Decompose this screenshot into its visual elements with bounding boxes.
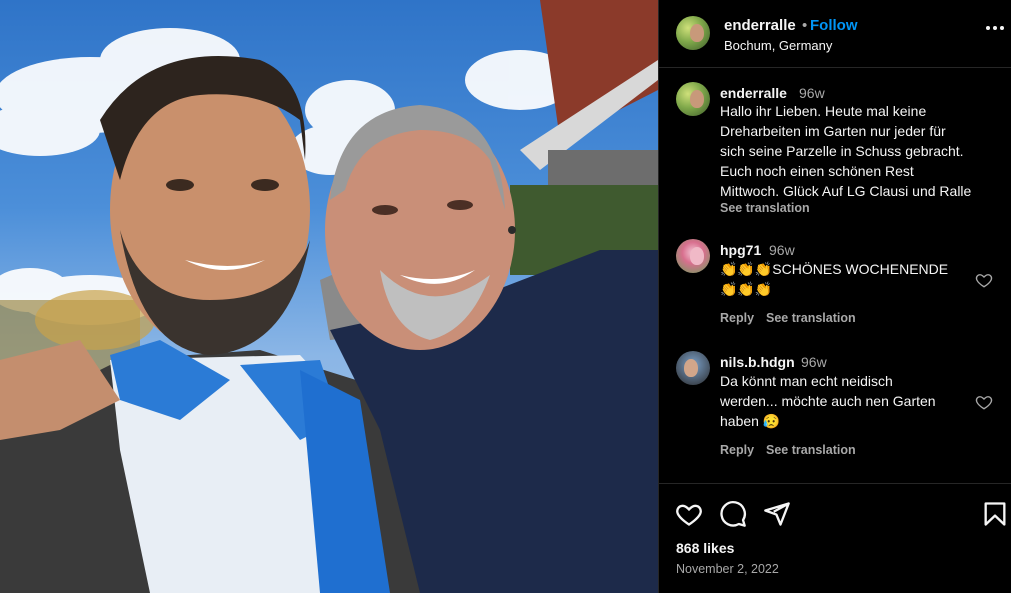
post-header: enderralle • Follow Bochum, Germany <box>659 0 1011 68</box>
share-icon[interactable] <box>763 500 791 528</box>
comments-list: enderralle 96w Hallo ihr Lieben. Heute m… <box>659 69 1011 483</box>
post-photo[interactable] <box>0 0 658 593</box>
comment-username[interactable]: hpg71 <box>720 242 761 258</box>
likes-count[interactable]: 868 likes <box>676 540 734 556</box>
comment-username[interactable]: nils.b.hdgn <box>720 354 795 370</box>
heart-icon[interactable] <box>975 393 993 411</box>
comment-avatar[interactable] <box>676 82 710 116</box>
see-translation-link[interactable]: See translation <box>766 443 856 457</box>
comment-text: 👏👏👏SCHÖNES WOCHENENDE 👏👏👏 <box>720 261 949 297</box>
comment-time[interactable]: 96w <box>799 85 825 101</box>
author-username[interactable]: enderralle <box>724 17 796 34</box>
follow-button[interactable]: Follow <box>810 17 858 34</box>
more-horizontal-icon[interactable] <box>986 26 1004 32</box>
heart-icon[interactable] <box>975 271 993 289</box>
post-location[interactable]: Bochum, Germany <box>724 38 832 53</box>
comment-avatar[interactable] <box>676 351 710 385</box>
comment-avatar[interactable] <box>676 239 710 273</box>
reply-button[interactable]: Reply <box>720 443 754 457</box>
reply-button[interactable]: Reply <box>720 311 754 325</box>
separator-dot: • <box>802 17 808 34</box>
comment-username[interactable]: enderralle <box>720 85 787 101</box>
bookmark-icon[interactable] <box>981 500 1009 528</box>
photo-illustration <box>0 0 658 593</box>
comment-text: Da könnt man echt neidisch werden... möc… <box>720 373 936 429</box>
post-panel: enderralle • Follow Bochum, Germany ende… <box>658 0 1011 593</box>
author-avatar[interactable] <box>676 16 710 50</box>
comment-text: Hallo ihr Lieben. Heute mal keine Drehar… <box>720 103 972 199</box>
heart-icon[interactable] <box>675 500 703 528</box>
comment-icon[interactable] <box>719 500 747 528</box>
post-actions: 868 likes November 2, 2022 <box>659 483 1011 593</box>
see-translation-link[interactable]: See translation <box>720 201 810 215</box>
comment-time[interactable]: 96w <box>769 242 795 258</box>
post-date[interactable]: November 2, 2022 <box>676 562 779 576</box>
see-translation-link[interactable]: See translation <box>766 311 856 325</box>
comment-time[interactable]: 96w <box>801 354 827 370</box>
